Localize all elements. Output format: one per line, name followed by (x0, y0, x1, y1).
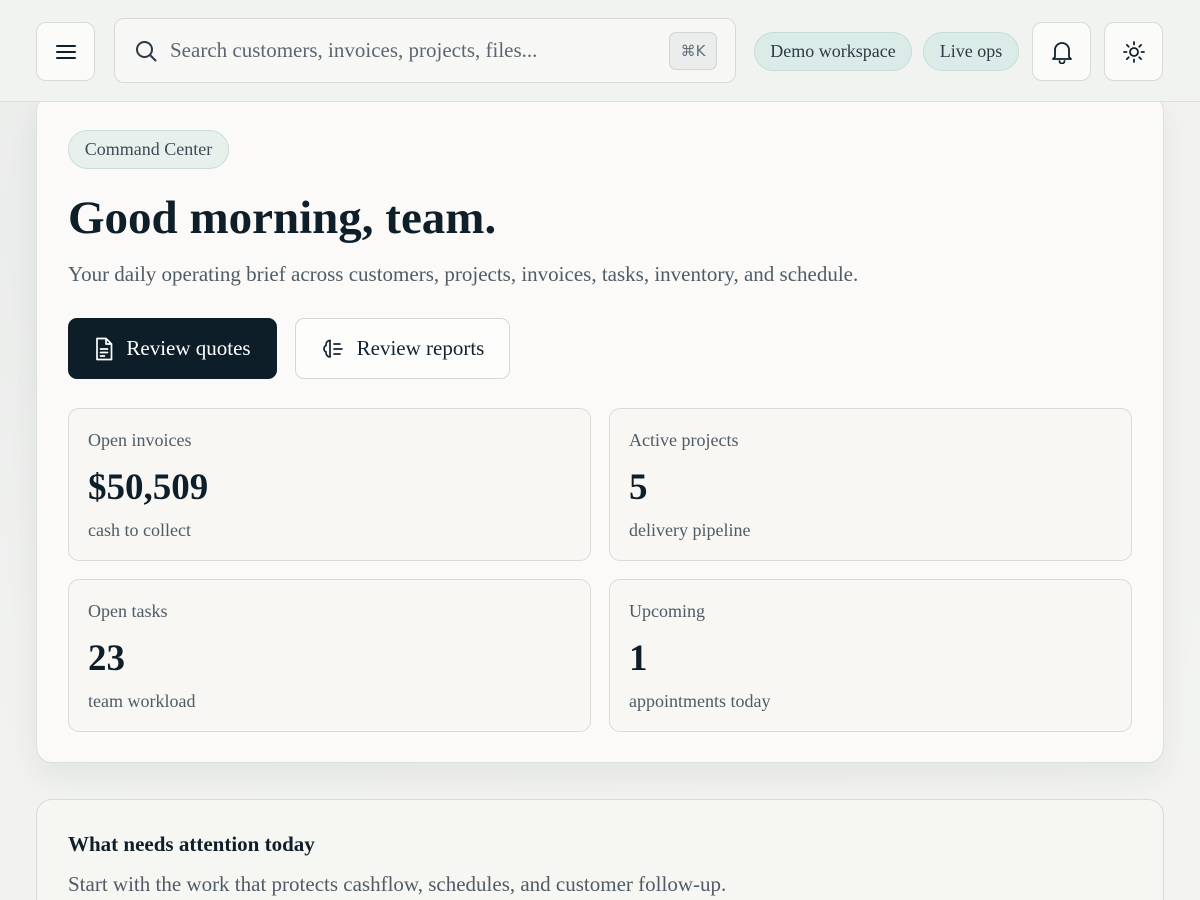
reports-icon (321, 337, 345, 361)
stat-card-open-invoices[interactable]: Open invoices $50,509 cash to collect (68, 408, 591, 561)
search-shortcut-badge: ⌘K (669, 32, 717, 70)
live-ops-pill[interactable]: Live ops (923, 32, 1019, 71)
section-badge: Command Center (68, 130, 229, 169)
stat-note: delivery pipeline (629, 520, 751, 540)
sun-icon (1122, 40, 1146, 64)
stat-card-upcoming[interactable]: Upcoming 1 appointments today (609, 579, 1132, 732)
command-center-card: Command Center Good morning, team. Your … (36, 95, 1164, 763)
stat-card-active-projects[interactable]: Active projects 5 delivery pipeline (609, 408, 1132, 561)
stat-label: Upcoming (629, 601, 705, 621)
stat-value: 23 (88, 638, 125, 679)
review-reports-button[interactable]: Review reports (295, 318, 510, 379)
global-search[interactable]: ⌘K (114, 18, 736, 83)
stat-label: Open tasks (88, 601, 168, 621)
menu-button[interactable] (36, 22, 95, 81)
theme-toggle-button[interactable] (1104, 22, 1163, 81)
attention-title: What needs attention today (68, 832, 315, 856)
stat-value: $50,509 (88, 467, 209, 508)
page: ⌘K Demo workspace Live ops (0, 0, 1200, 900)
review-quotes-label: Review quotes (126, 336, 251, 360)
stat-card-open-tasks[interactable]: Open tasks 23 team workload (68, 579, 591, 732)
search-input[interactable] (170, 38, 650, 63)
notifications-button[interactable] (1032, 22, 1091, 81)
stat-note: cash to collect (88, 520, 191, 540)
stat-label: Open invoices (88, 430, 192, 450)
stat-value: 1 (629, 638, 648, 679)
attention-card: What needs attention today Start with th… (36, 799, 1164, 900)
document-icon (94, 337, 114, 361)
top-bar: ⌘K Demo workspace Live ops (0, 0, 1200, 102)
stat-label: Active projects (629, 430, 739, 450)
page-title: Good morning, team. (68, 192, 497, 244)
attention-subtitle: Start with the work that protects cashfl… (68, 872, 727, 896)
stat-note: appointments today (629, 691, 771, 711)
bell-icon (1051, 40, 1073, 64)
workspace-pill[interactable]: Demo workspace (754, 32, 912, 71)
page-subtitle: Your daily operating brief across custom… (68, 262, 859, 286)
stat-note: team workload (88, 691, 196, 711)
review-reports-label: Review reports (356, 336, 485, 360)
stat-value: 5 (629, 467, 648, 508)
hamburger-menu-icon (55, 44, 76, 60)
review-quotes-button[interactable]: Review quotes (68, 318, 277, 379)
search-icon (135, 40, 157, 62)
